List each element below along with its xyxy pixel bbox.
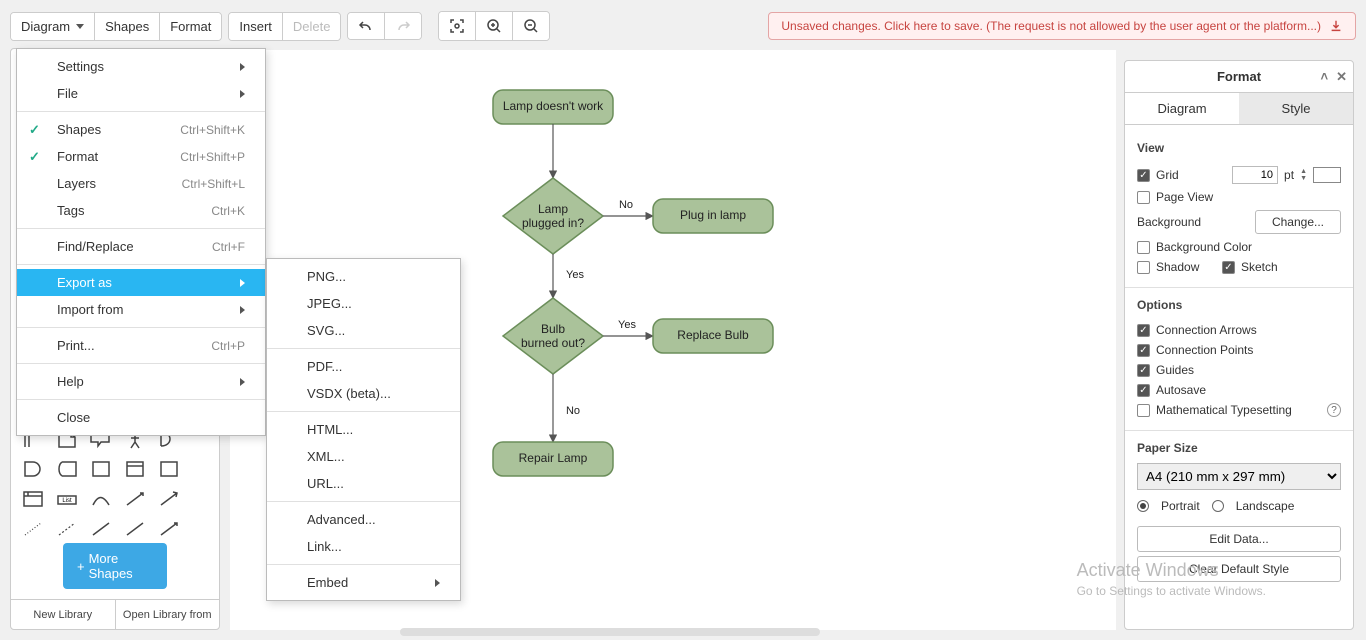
menu-item-find[interactable]: Find/ReplaceCtrl+F — [17, 233, 265, 260]
top-toolbar: Diagram Shapes Format Insert Delete Unsa… — [10, 10, 1356, 42]
chk-conn-points[interactable]: ✓ — [1137, 344, 1150, 357]
horizontal-scrollbar[interactable] — [400, 628, 820, 636]
menu-insert-button[interactable]: Insert — [229, 13, 282, 40]
node-decision-bulb[interactable]: Bulb — [541, 322, 565, 336]
menu-item-settings[interactable]: Settings — [17, 53, 265, 80]
export-jpeg[interactable]: JPEG... — [267, 290, 460, 317]
menu-shapes-button[interactable]: Shapes — [94, 13, 159, 40]
redo-button[interactable] — [384, 13, 421, 39]
node-replace-bulb[interactable]: Replace Bulb — [677, 328, 749, 342]
menu-item-import-from[interactable]: Import from — [17, 296, 265, 323]
open-library-button[interactable]: Open Library from — [115, 600, 220, 629]
btn-change-bg[interactable]: Change... — [1255, 210, 1341, 234]
grid-stepper[interactable]: ▲▼ — [1300, 168, 1307, 182]
menu-item-print[interactable]: Print...Ctrl+P — [17, 332, 265, 359]
chk-bgcolor[interactable] — [1137, 241, 1150, 254]
menu-item-help[interactable]: Help — [17, 368, 265, 395]
chk-math[interactable] — [1137, 404, 1150, 417]
export-advanced[interactable]: Advanced... — [267, 506, 460, 533]
help-icon[interactable]: ? — [1327, 403, 1341, 417]
chk-autosave[interactable]: ✓ — [1137, 384, 1150, 397]
export-xml[interactable]: XML... — [267, 443, 460, 470]
svg-text:Yes: Yes — [566, 269, 584, 281]
radio-landscape[interactable] — [1212, 500, 1224, 512]
chk-grid[interactable]: ✓ — [1137, 169, 1150, 182]
menu-item-format[interactable]: ✓FormatCtrl+Shift+P — [17, 143, 265, 170]
grid-color[interactable] — [1313, 167, 1341, 183]
grid-size-input[interactable] — [1232, 166, 1278, 184]
svg-text:No: No — [566, 405, 580, 417]
chk-shadow[interactable] — [1137, 261, 1150, 274]
menu-diagram-button[interactable]: Diagram — [11, 13, 94, 40]
paper-size-select[interactable]: A4 (210 mm x 297 mm) — [1137, 463, 1341, 490]
chk-sketch[interactable]: ✓ — [1222, 261, 1235, 274]
svg-text:Yes: Yes — [618, 319, 636, 331]
diagram-menu: Settings File ✓ShapesCtrl+Shift+K ✓Forma… — [16, 48, 266, 436]
section-paper: Paper Size — [1137, 441, 1341, 455]
svg-text:plugged in?: plugged in? — [522, 216, 584, 230]
svg-text:List: List — [62, 498, 72, 504]
export-pdf[interactable]: PDF... — [267, 353, 460, 380]
collapse-icon[interactable]: ˄ — [1321, 69, 1329, 85]
section-view: View — [1137, 141, 1341, 155]
btn-clear-default[interactable]: Clear Default Style — [1137, 556, 1341, 582]
unsaved-text: Unsaved changes. Click here to save. (Th… — [781, 19, 1321, 33]
node-decision-plugged[interactable]: Lamp — [538, 202, 568, 216]
menu-item-export-as[interactable]: Export as — [17, 269, 265, 296]
format-panel: Format ˄ ✕ Diagram Style View ✓ Grid pt … — [1124, 60, 1354, 630]
zoom-in-button[interactable] — [475, 12, 512, 40]
chk-guides[interactable]: ✓ — [1137, 364, 1150, 377]
menu-item-layers[interactable]: LayersCtrl+Shift+L — [17, 170, 265, 197]
menu-item-file[interactable]: File — [17, 80, 265, 107]
export-svg[interactable]: SVG... — [267, 317, 460, 344]
menu-item-shapes[interactable]: ✓ShapesCtrl+Shift+K — [17, 116, 265, 143]
menu-item-close[interactable]: Close — [17, 404, 265, 431]
chk-pageview[interactable] — [1137, 191, 1150, 204]
chk-conn-arrows[interactable]: ✓ — [1137, 324, 1150, 337]
export-link[interactable]: Link... — [267, 533, 460, 560]
menu-item-tags[interactable]: TagsCtrl+K — [17, 197, 265, 224]
close-icon[interactable]: ✕ — [1336, 69, 1347, 85]
node-repair[interactable]: Repair Lamp — [519, 451, 588, 465]
export-url[interactable]: URL... — [267, 470, 460, 497]
export-embed[interactable]: Embed — [267, 569, 460, 596]
export-submenu: PNG... JPEG... SVG... PDF... VSDX (beta)… — [266, 258, 461, 601]
new-library-button[interactable]: New Library — [11, 600, 115, 629]
menu-delete-button[interactable]: Delete — [282, 13, 341, 40]
node-plug-in[interactable]: Plug in lamp — [680, 208, 746, 222]
btn-edit-data[interactable]: Edit Data... — [1137, 526, 1341, 552]
zoom-fit-button[interactable] — [439, 12, 475, 40]
export-png[interactable]: PNG... — [267, 263, 460, 290]
unsaved-banner[interactable]: Unsaved changes. Click here to save. (Th… — [768, 12, 1356, 40]
menu-format-button[interactable]: Format — [159, 13, 221, 40]
svg-text:No: No — [619, 199, 633, 211]
download-icon — [1329, 19, 1343, 33]
section-options: Options — [1137, 298, 1341, 312]
tab-style[interactable]: Style — [1239, 93, 1353, 124]
export-vsdx[interactable]: VSDX (beta)... — [267, 380, 460, 407]
node-start[interactable]: Lamp doesn't work — [503, 99, 604, 113]
radio-portrait[interactable] — [1137, 500, 1149, 512]
export-html[interactable]: HTML... — [267, 416, 460, 443]
shape-palette[interactable]: List — [11, 419, 219, 549]
zoom-out-button[interactable] — [512, 12, 549, 40]
more-shapes-button[interactable]: +More Shapes — [63, 543, 167, 589]
svg-text:burned out?: burned out? — [521, 336, 585, 350]
undo-button[interactable] — [348, 13, 384, 39]
format-title: Format — [1217, 69, 1261, 84]
tab-diagram[interactable]: Diagram — [1125, 93, 1239, 124]
